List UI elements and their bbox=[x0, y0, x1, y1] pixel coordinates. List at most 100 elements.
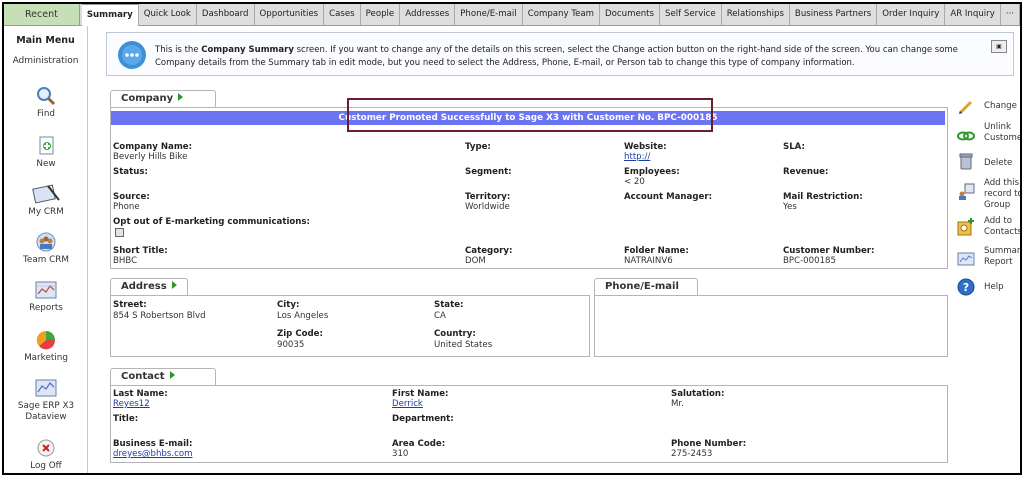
help-mini-icon[interactable] bbox=[1011, 40, 1015, 53]
website-link[interactable]: http:// bbox=[624, 152, 650, 162]
business-email-label: Business E-mail: bbox=[113, 439, 193, 449]
short-title-value: BHBC bbox=[113, 256, 138, 266]
employees-label: Employees: bbox=[624, 167, 680, 177]
add-contact-icon bbox=[957, 218, 974, 236]
unlink-customer-label: Unlink Customer bbox=[984, 122, 1022, 143]
mail-restriction-value: Yes bbox=[783, 202, 797, 212]
sidebar-item-label: Team CRM bbox=[23, 255, 69, 265]
tab-more[interactable]: ··· bbox=[1000, 4, 1020, 25]
tab-quick-look[interactable]: Quick Look bbox=[138, 4, 197, 25]
sidebar-item-new[interactable]: New bbox=[4, 136, 88, 170]
sidebar-item-label: My CRM bbox=[28, 207, 64, 217]
phone-email-panel bbox=[594, 295, 948, 357]
tab-ar-inquiry[interactable]: AR Inquiry bbox=[945, 4, 1001, 25]
contact-section-tab[interactable]: Contact bbox=[110, 368, 216, 385]
team-icon bbox=[36, 232, 56, 252]
folder-name-value: NATRAINV6 bbox=[624, 256, 673, 266]
sidebar-item-reports[interactable]: Reports bbox=[4, 280, 88, 314]
last-name-label: Last Name: bbox=[113, 389, 168, 399]
territory-value: Worldwide bbox=[465, 202, 510, 212]
zip-label: Zip Code: bbox=[277, 329, 323, 339]
revenue-label: Revenue: bbox=[783, 167, 829, 177]
sidebar-item-label: Marketing bbox=[24, 353, 68, 363]
source-label: Source: bbox=[113, 192, 150, 202]
tab-dashboard[interactable]: Dashboard bbox=[196, 4, 255, 25]
street-value: 854 S Robertson Blvd bbox=[113, 311, 206, 321]
tab-documents[interactable]: Documents bbox=[600, 4, 661, 25]
department-label: Department: bbox=[392, 414, 454, 424]
sidebar-item-find[interactable]: Find bbox=[4, 86, 88, 120]
sidebar-item-dataview[interactable]: Sage ERP X3 Dataview bbox=[4, 378, 88, 423]
administration-link[interactable]: Administration bbox=[4, 56, 87, 66]
tab-opportunities[interactable]: Opportunities bbox=[254, 4, 325, 25]
arrow-right-icon bbox=[178, 93, 184, 101]
my-crm-icon bbox=[32, 184, 60, 204]
marketing-icon bbox=[36, 330, 56, 350]
info-text: This is the Company Summary screen. If y… bbox=[155, 45, 958, 68]
tab-cases[interactable]: Cases bbox=[324, 4, 361, 25]
first-name-link[interactable]: Derrick bbox=[392, 399, 423, 409]
log-off-icon bbox=[37, 439, 55, 457]
tab-relationships[interactable]: Relationships bbox=[721, 4, 790, 25]
recent-tab[interactable]: Recent bbox=[4, 4, 80, 25]
street-label: Street: bbox=[113, 300, 147, 310]
tab-people[interactable]: People bbox=[360, 4, 401, 25]
folder-name-label: Folder Name: bbox=[624, 246, 689, 256]
category-value: DOM bbox=[465, 256, 486, 266]
state-label: State: bbox=[434, 300, 464, 310]
tab-phone-email[interactable]: Phone/E-mail bbox=[455, 4, 523, 25]
address-section-tab[interactable]: Address bbox=[110, 278, 188, 295]
city-value: Los Angeles bbox=[277, 311, 329, 321]
top-tab-bar: Recent Summary Quick Look Dashboard Oppo… bbox=[4, 4, 1020, 26]
customer-number-value: BPC-000185 bbox=[783, 256, 836, 266]
tab-summary[interactable]: Summary bbox=[81, 4, 139, 26]
area-code-value: 310 bbox=[392, 449, 409, 459]
arrow-right-icon bbox=[171, 281, 177, 289]
sidebar-item-log-off[interactable]: Log Off bbox=[4, 438, 88, 472]
sidebar-item-label: New bbox=[36, 159, 56, 169]
salutation-value: Mr. bbox=[671, 399, 684, 409]
collapse-icon[interactable]: ▣ bbox=[991, 40, 1007, 53]
last-name-link[interactable]: Reyes12 bbox=[113, 399, 150, 409]
reports-icon bbox=[35, 281, 57, 299]
zip-value: 90035 bbox=[277, 340, 305, 350]
main-menu-sidebar: Main Menu Administration Find New My CRM… bbox=[4, 26, 88, 473]
tab-company-team[interactable]: Company Team bbox=[522, 4, 601, 25]
phone-number-label: Phone Number: bbox=[671, 439, 747, 449]
title-label: Title: bbox=[113, 414, 139, 424]
area-code-label: Area Code: bbox=[392, 439, 446, 449]
add-to-group-label: Add this record to Group bbox=[984, 178, 1022, 210]
dataview-icon bbox=[35, 379, 57, 397]
opt-out-label: Opt out of E-marketing communications: bbox=[113, 217, 310, 227]
info-banner: This is the Company Summary screen. If y… bbox=[106, 32, 1014, 76]
summary-report-icon bbox=[957, 252, 975, 266]
segment-label: Segment: bbox=[465, 167, 512, 177]
magnifier-icon bbox=[37, 87, 56, 106]
tab-addresses[interactable]: Addresses bbox=[400, 4, 456, 25]
salutation-label: Salutation: bbox=[671, 389, 725, 399]
add-group-icon bbox=[959, 183, 975, 200]
opt-out-checkbox[interactable] bbox=[115, 228, 124, 237]
tab-business-partners[interactable]: Business Partners bbox=[789, 4, 878, 25]
territory-label: Territory: bbox=[465, 192, 511, 202]
tab-order-inquiry[interactable]: Order Inquiry bbox=[877, 4, 946, 25]
success-highlight-box bbox=[347, 98, 713, 132]
sidebar-item-label: Sage ERP X3 Dataview bbox=[17, 401, 75, 422]
status-label: Status: bbox=[113, 167, 148, 177]
sidebar-item-marketing[interactable]: Marketing bbox=[4, 330, 88, 364]
sidebar-item-team-crm[interactable]: Team CRM bbox=[4, 232, 88, 266]
sidebar-item-label: Reports bbox=[29, 303, 63, 313]
phone-email-section-tab[interactable]: Phone/E-mail bbox=[594, 278, 698, 305]
first-name-label: First Name: bbox=[392, 389, 449, 399]
business-email-link[interactable]: dreyes@bhbs.com bbox=[113, 449, 192, 459]
mail-restriction-label: Mail Restriction: bbox=[783, 192, 863, 202]
tab-self-service[interactable]: Self Service bbox=[660, 4, 722, 25]
company-name-value: Beverly Hills Bike bbox=[113, 152, 188, 162]
summary-report-label: Summary Report bbox=[984, 246, 1022, 267]
main-menu-heading[interactable]: Main Menu bbox=[4, 35, 87, 46]
company-section-tab[interactable]: Company bbox=[110, 90, 216, 107]
short-title-label: Short Title: bbox=[113, 246, 168, 256]
add-to-contacts-label: Add to Contacts bbox=[984, 216, 1022, 237]
sidebar-item-label: Log Off bbox=[30, 461, 62, 471]
sidebar-item-my-crm[interactable]: My CRM bbox=[4, 184, 88, 218]
